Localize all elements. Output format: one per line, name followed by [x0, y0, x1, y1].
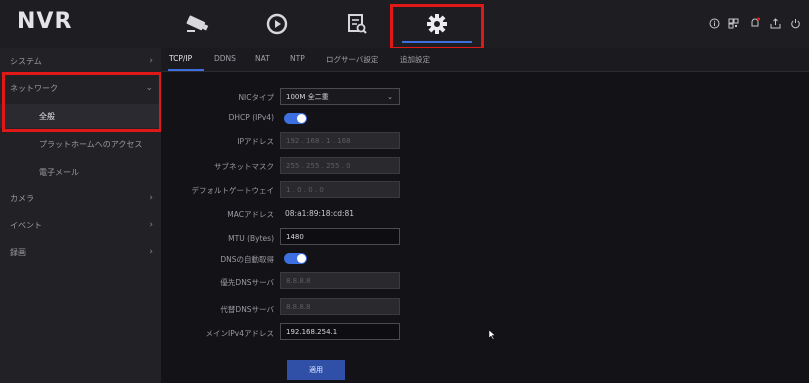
mac-address-label: MACアドレス	[227, 210, 274, 219]
app-logo: NVR	[17, 9, 73, 34]
sidebar-item-label: プラットホームへのアクセス	[39, 139, 143, 149]
sidebar-item-label: 録画	[10, 247, 26, 257]
chevron-right-icon: ›	[149, 247, 153, 257]
sidebar-item-platform-access[interactable]: プラットホームへのアクセス	[0, 132, 161, 156]
sidebar-item-email[interactable]: 電子メール	[0, 160, 161, 184]
sidebar-item-system[interactable]: システム ›	[0, 49, 161, 73]
settings-highlight-box	[390, 4, 484, 50]
main-ipv4-value: 192.168.254.1	[286, 327, 338, 336]
chevron-right-icon: ›	[149, 193, 153, 203]
export-icon[interactable]	[768, 16, 782, 30]
subnet-mask-label: サブネットマスク	[214, 162, 274, 171]
tcpip-settings-panel: NICタイプ 100M 全二重 ⌄ DHCP (IPv4) IPアドレス 192…	[161, 72, 809, 383]
chevron-right-icon: ›	[149, 56, 153, 66]
dhcp-label: DHCP (IPv4)	[228, 113, 274, 122]
preferred-dns-label: 優先DNSサーバ	[220, 278, 274, 287]
alternate-dns-value: 8.8.8.8	[286, 302, 311, 311]
subnet-mask-value: 255 . 255 . 255 . 0	[286, 161, 351, 170]
sidebar-item-label: カメラ	[10, 193, 34, 203]
camera-icon[interactable]	[182, 10, 212, 38]
auto-dns-toggle[interactable]	[284, 253, 307, 264]
tab-ddns[interactable]: DDNS	[214, 54, 236, 63]
mtu-value: 1480	[286, 232, 304, 241]
tab-tcpip[interactable]: TCP/IP	[169, 54, 192, 63]
tab-ntp[interactable]: NTP	[290, 54, 305, 63]
subnet-mask-field[interactable]: 255 . 255 . 255 . 0	[280, 157, 400, 174]
search-icon[interactable]	[342, 10, 372, 38]
main-ipv4-field[interactable]: 192.168.254.1	[280, 323, 400, 340]
mtu-field[interactable]: 1480	[280, 228, 400, 245]
playback-icon[interactable]	[262, 10, 292, 38]
ip-address-label: IPアドレス	[237, 137, 274, 146]
ip-address-field[interactable]: 192 . 168 . 1 . 168	[280, 132, 400, 149]
nic-type-label: NICタイプ	[238, 93, 274, 102]
sidebar-item-camera[interactable]: カメラ ›	[0, 186, 161, 210]
dhcp-toggle[interactable]	[284, 113, 307, 124]
sidebar-item-label: 電子メール	[39, 167, 79, 177]
apply-button[interactable]: 適用	[287, 360, 345, 380]
alternate-dns-label: 代替DNSサーバ	[220, 305, 274, 314]
power-icon[interactable]	[788, 16, 802, 30]
sidebar-item-recording[interactable]: 録画 ›	[0, 240, 161, 264]
alternate-dns-field[interactable]: 8.8.8.8	[280, 298, 400, 315]
ip-address-value: 192 . 168 . 1 . 168	[286, 136, 351, 145]
tab-bar: TCP/IP DDNS NAT NTP ログサーバ設定 追加設定	[161, 48, 809, 72]
sidebar-item-label: イベント	[10, 220, 42, 230]
mac-address-value: 08:a1:89:18:cd:81	[285, 209, 355, 218]
nic-type-value: 100M 全二重	[286, 92, 329, 101]
gateway-value: 1 . 0 . 0 . 0	[286, 185, 324, 194]
auto-dns-label: DNSの自動取得	[220, 255, 274, 264]
tab-nat[interactable]: NAT	[255, 54, 270, 63]
chevron-right-icon: ›	[149, 220, 153, 230]
gateway-field[interactable]: 1 . 0 . 0 . 0	[280, 181, 400, 198]
gateway-label: デフォルトゲートウェイ	[191, 186, 275, 195]
nic-type-select[interactable]: 100M 全二重 ⌄	[280, 88, 400, 105]
network-highlight-box	[2, 72, 162, 132]
sidebar-item-label: システム	[10, 56, 42, 66]
tab-log-server[interactable]: ログサーバ設定	[326, 54, 378, 65]
info-icon[interactable]	[707, 16, 721, 30]
mouse-cursor-icon	[489, 330, 496, 340]
tab-additional-settings[interactable]: 追加設定	[400, 54, 430, 65]
mtu-label: MTU (Bytes)	[228, 234, 274, 243]
chevron-down-icon: ⌄	[387, 93, 393, 101]
top-bar: NVR	[0, 0, 809, 50]
notification-icon[interactable]	[748, 16, 762, 30]
preferred-dns-field[interactable]: 8.8.8.8	[280, 272, 400, 289]
sidebar-item-event[interactable]: イベント ›	[0, 213, 161, 237]
active-tab-indicator	[168, 69, 204, 71]
preferred-dns-value: 8.8.8.8	[286, 276, 311, 285]
main-ipv4-label: メインIPv4アドレス	[205, 329, 274, 338]
qr-icon[interactable]	[726, 16, 740, 30]
